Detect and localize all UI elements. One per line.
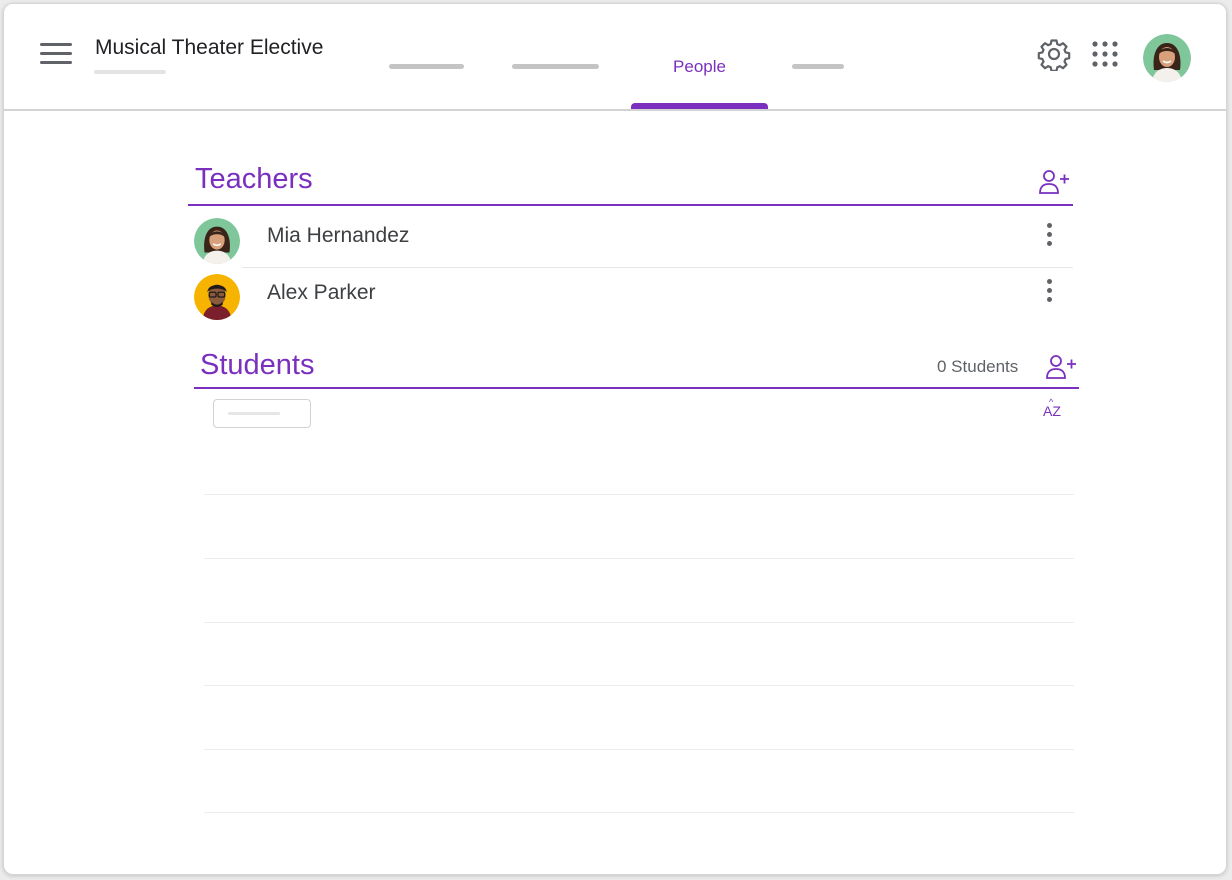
- hamburger-menu-icon[interactable]: [40, 43, 72, 67]
- empty-list-row: [204, 812, 1074, 813]
- account-avatar[interactable]: [1143, 34, 1191, 82]
- teacher-avatar: [194, 274, 240, 320]
- app-window: Musical Theater Elective People Teachers…: [3, 3, 1227, 875]
- student-count: 0 Students: [937, 357, 1019, 376]
- teacher-avatar: [194, 218, 240, 264]
- top-app-bar: Musical Theater Elective People: [4, 4, 1226, 111]
- class-subtitle-placeholder: [94, 70, 166, 74]
- teacher-name: Mia Hernandez: [267, 224, 410, 247]
- actions-select[interactable]: [213, 399, 311, 428]
- empty-list-row: [204, 685, 1074, 686]
- active-tab-indicator: [631, 103, 768, 109]
- person-add-icon[interactable]: [1038, 169, 1070, 195]
- gear-icon[interactable]: [1037, 37, 1071, 72]
- tab-classwork[interactable]: [512, 64, 599, 69]
- tab-people-label: People: [673, 57, 726, 76]
- students-heading: Students: [200, 349, 315, 381]
- empty-list-row: [204, 558, 1074, 559]
- kebab-more-icon[interactable]: [1042, 279, 1058, 305]
- teachers-heading: Teachers: [195, 163, 313, 195]
- empty-list-row: [204, 749, 1074, 750]
- select-placeholder: [228, 412, 280, 415]
- row-divider: [242, 267, 1073, 268]
- grid-apps-icon[interactable]: [1090, 39, 1120, 69]
- teachers-divider: [188, 204, 1073, 206]
- empty-list-row: [204, 494, 1074, 495]
- empty-list-row: [204, 622, 1074, 623]
- teacher-name: Alex Parker: [267, 281, 376, 304]
- person-add-icon[interactable]: [1045, 354, 1077, 380]
- sort-az-icon[interactable]: ^ AZ: [1041, 397, 1069, 421]
- students-divider: [194, 387, 1079, 389]
- tab-grades[interactable]: [792, 64, 844, 69]
- sort-label: AZ: [1043, 403, 1061, 419]
- tab-people[interactable]: People: [631, 52, 768, 109]
- class-title: Musical Theater Elective: [95, 36, 324, 59]
- kebab-more-icon[interactable]: [1042, 223, 1058, 249]
- tab-stream[interactable]: [389, 64, 464, 69]
